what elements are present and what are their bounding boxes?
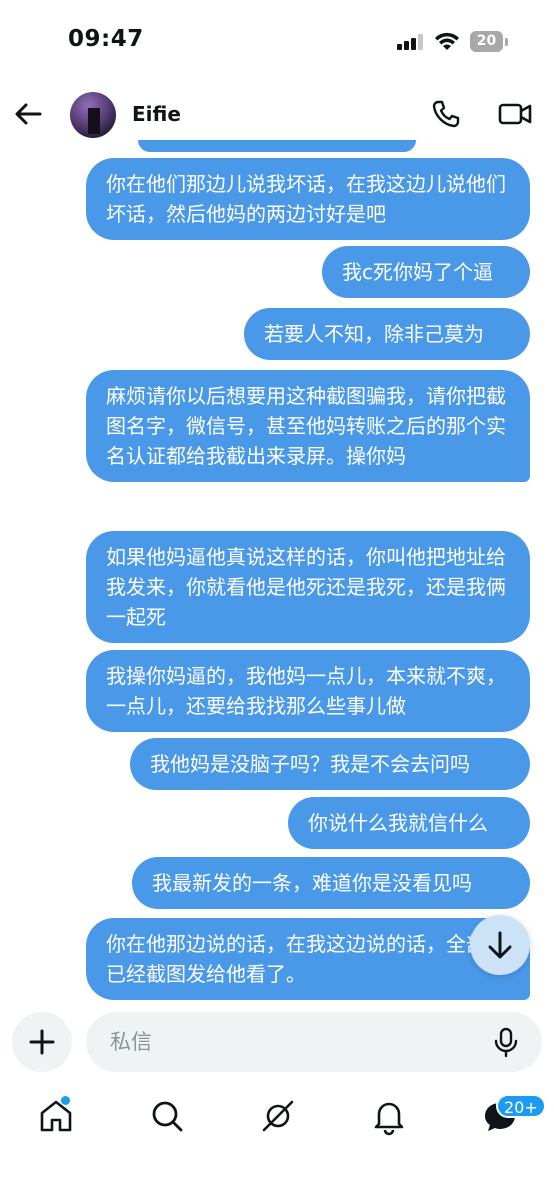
message-bubble[interactable]: 你在他那边说的话，在我这边说的话，全部都已经截图发给他看了。 [86, 918, 530, 1000]
messages-badge: 20+ [496, 1094, 546, 1118]
notifications-bell-icon[interactable] [369, 1096, 409, 1136]
contact-name[interactable]: Eifie [132, 102, 181, 126]
add-media-button[interactable] [12, 1012, 72, 1072]
avatar[interactable] [70, 92, 116, 138]
status-bar: 09:47 20 [0, 0, 554, 84]
message-bubble[interactable]: 我c死你妈了个逼 [322, 246, 530, 298]
status-time: 09:47 [68, 26, 144, 52]
grok-icon[interactable] [258, 1096, 298, 1136]
search-icon[interactable] [147, 1096, 187, 1136]
video-call-icon[interactable] [497, 98, 533, 130]
message-bubble-partial [138, 140, 416, 152]
message-list[interactable]: 你在他们那边儿说我坏话，在我这边儿说他们坏话，然后他妈的两边讨好是吧 我c死你妈… [0, 140, 554, 1000]
message-bubble[interactable]: 我最新发的一条，难道你是没看见吗 [132, 857, 530, 909]
microphone-icon[interactable] [490, 1026, 522, 1058]
battery-cap [505, 38, 508, 46]
conversation-header: Eifie [0, 84, 554, 148]
message-bubble[interactable]: 我操你妈逼的，我他妈一点儿，本来就不爽，一点儿，还要给我找那么些事儿做 [86, 650, 530, 732]
arrow-down-icon [488, 931, 512, 959]
message-input[interactable] [86, 1012, 542, 1072]
message-bubble[interactable]: 你在他们那边儿说我坏话，在我这边儿说他们坏话，然后他妈的两边讨好是吧 [86, 158, 530, 240]
wifi-icon [435, 32, 459, 50]
bottom-navigation: 20+ [0, 1086, 554, 1156]
phone-icon[interactable] [430, 98, 462, 130]
message-bubble[interactable]: 你说什么我就信什么 [288, 797, 530, 849]
plus-icon [29, 1029, 55, 1055]
message-bubble[interactable]: 如果他妈逼他真说这样的话，你叫他把地址给我发来，你就看他是他死还是我死，还是我俩… [86, 531, 530, 643]
back-arrow-icon[interactable] [12, 98, 44, 130]
cellular-signal-icon [397, 34, 425, 50]
battery-indicator: 20 [470, 31, 503, 52]
home-icon[interactable] [36, 1096, 76, 1136]
home-notification-dot [61, 1096, 70, 1105]
message-bubble[interactable]: 麻烦请你以后想要用这种截图骗我，请你把截图名字，微信号，甚至他妈转账之后的那个实… [86, 370, 530, 482]
message-bubble[interactable]: 若要人不知，除非己莫为 [244, 308, 530, 360]
message-composer [0, 1008, 554, 1074]
avatar-image [88, 108, 100, 134]
scroll-to-bottom-button[interactable] [470, 915, 530, 975]
message-bubble[interactable]: 我他妈是没脑子吗？我是不会去问吗 [130, 738, 530, 790]
